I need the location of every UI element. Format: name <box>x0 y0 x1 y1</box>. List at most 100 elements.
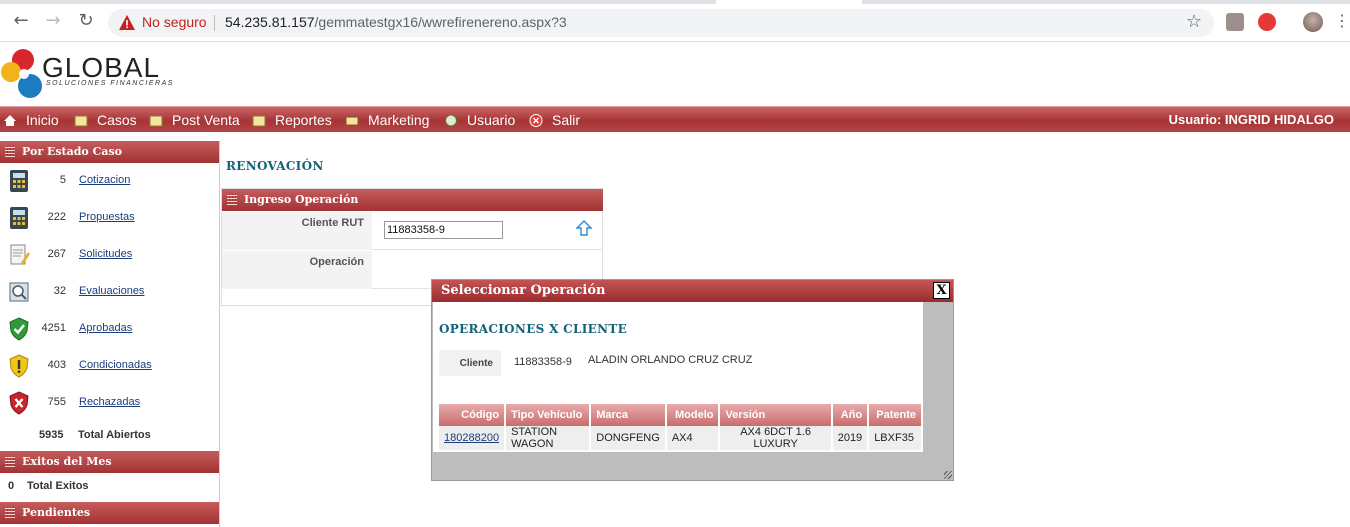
client-rut-input[interactable]: 11883358-9 <box>384 221 503 239</box>
calculator-icon <box>10 207 28 229</box>
panel-title: Exitos del Mes <box>22 455 112 468</box>
tab-strip <box>0 0 1350 4</box>
folder-icon <box>149 115 163 126</box>
grip-icon <box>5 456 15 467</box>
state-link-condicionadas[interactable]: Condicionadas <box>79 359 152 371</box>
client-rut-label: Cliente RUT <box>222 212 372 250</box>
green-shield-check-icon <box>9 317 29 341</box>
state-row-rechazadas: 755 Rechazadas <box>0 387 219 424</box>
total-open-label: Total Abiertos <box>78 429 151 441</box>
calculator-icon <box>10 170 28 192</box>
close-icon[interactable]: X <box>933 282 950 299</box>
operation-code-link[interactable]: 180288200 <box>444 432 499 444</box>
state-link-solicitudes[interactable]: Solicitudes <box>79 248 132 260</box>
panel-header-ingreso: Ingreso Operación <box>222 189 603 211</box>
menu-item-salir[interactable]: Salir <box>529 112 580 128</box>
cell-tipo-vehiculo: STATION WAGON <box>506 426 590 450</box>
menu-item-reportes[interactable]: Reportes <box>252 112 332 128</box>
cell-codigo[interactable]: 180288200 <box>439 426 505 450</box>
address-bar[interactable]: No seguro 54.235.81.157/gemmatestgx16/ww… <box>108 9 1214 37</box>
menu-item-marketing[interactable]: Marketing <box>345 112 429 128</box>
pdf-extension-icon[interactable] <box>1226 13 1244 31</box>
col-codigo[interactable]: Código <box>439 404 505 426</box>
resize-handle-icon[interactable] <box>944 471 952 479</box>
modal-header[interactable]: Seleccionar Operación X <box>432 280 953 302</box>
menu-item-casos[interactable]: Casos <box>74 112 137 128</box>
col-tipo-vehiculo[interactable]: Tipo Vehículo <box>506 404 590 426</box>
url-text[interactable]: 54.235.81.157/gemmatestgx16/wwrefirenere… <box>225 14 567 30</box>
state-count: 222 <box>47 211 66 223</box>
state-row-aprobadas: 4251 Aprobadas <box>0 313 219 350</box>
current-user-label: Usuario: INGRID HIDALGO <box>1168 112 1334 127</box>
grip-icon <box>227 194 237 205</box>
panel-header-exitos: Exitos del Mes <box>0 451 219 473</box>
menu-item-usuario[interactable]: Usuario <box>444 112 515 128</box>
reload-icon[interactable]: ↻ <box>75 10 97 32</box>
state-link-cotizacion[interactable]: Cotizacion <box>79 174 130 186</box>
red-shield-x-icon <box>9 391 29 415</box>
main-menu-bar: Inicio Casos Post Venta Reportes Marketi… <box>0 106 1350 132</box>
extension-badge-icon[interactable] <box>1258 13 1276 31</box>
warning-triangle-icon[interactable] <box>118 14 136 32</box>
client-rut-row: Cliente RUT 11883358-9 <box>222 212 602 250</box>
profile-avatar[interactable] <box>1303 12 1323 32</box>
sidebar: Por Estado Caso 5 Cotizacion 222 Propues… <box>0 141 220 527</box>
menu-item-post-venta[interactable]: Post Venta <box>149 112 240 128</box>
panel-header-por-estado: Por Estado Caso <box>0 141 219 163</box>
active-tab[interactable] <box>716 0 862 4</box>
success-label: Total Exitos <box>27 480 89 492</box>
cell-anio: 2019 <box>832 426 868 450</box>
col-modelo[interactable]: Modelo <box>666 404 719 426</box>
user-icon <box>445 114 457 126</box>
col-patente[interactable]: Patente <box>869 404 921 426</box>
client-rut-value: 11883358-9 <box>514 356 572 368</box>
state-row-evaluaciones: 32 Evaluaciones <box>0 276 219 313</box>
cell-patente: LBXF35 <box>869 426 921 450</box>
magnifier-document-icon <box>9 282 29 302</box>
menu-item-inicio[interactable]: Inicio <box>3 112 59 128</box>
modal-title: Seleccionar Operación <box>441 283 606 298</box>
grip-icon <box>5 146 15 157</box>
state-count: 403 <box>47 359 66 371</box>
url-host: 54.235.81.157 <box>225 14 315 30</box>
yellow-shield-warning-icon <box>9 354 29 378</box>
grip-icon <box>5 507 15 518</box>
panel-title: Por Estado Caso <box>22 145 122 158</box>
state-link-rechazadas[interactable]: Rechazadas <box>79 396 140 408</box>
page-title: RENOVACIÓN <box>226 159 324 173</box>
state-row-propuestas: 222 Propuestas <box>0 202 219 239</box>
menu-label: Reportes <box>275 112 332 128</box>
global-logo[interactable]: GLOBAL SOLUCIONES FINANCIERAS <box>0 44 200 102</box>
bookmark-star-icon[interactable]: ☆ <box>1186 11 1202 32</box>
cell-version: AX4 6DCT 1.6 LUXURY <box>720 426 831 450</box>
client-name-value: ALADIN ORLANDO CRUZ CRUZ <box>588 354 753 366</box>
table-header-row: Código Tipo Vehículo Marca Modelo Versió… <box>439 404 921 426</box>
col-version[interactable]: Versión <box>720 404 831 426</box>
col-anio[interactable]: Año <box>832 404 868 426</box>
browser-chrome: ← → ↻ No seguro 54.235.81.157/gemmatestg… <box>0 0 1350 42</box>
col-marca[interactable]: Marca <box>591 404 665 426</box>
client-label: Cliente <box>439 350 501 376</box>
back-arrow-icon[interactable]: ← <box>10 10 32 32</box>
operations-section-title: OPERACIONES X CLIENTE <box>439 322 628 336</box>
kebab-menu-icon[interactable]: ⋮ <box>1334 10 1350 32</box>
state-row-cotizacion: 5 Cotizacion <box>0 165 219 202</box>
forward-arrow-icon[interactable]: → <box>42 10 64 32</box>
panel-header-pendientes: Pendientes <box>0 502 219 524</box>
state-link-evaluaciones[interactable]: Evaluaciones <box>79 285 144 297</box>
table-row[interactable]: 180288200 STATION WAGON DONGFENG AX4 AX4… <box>439 426 921 450</box>
menu-label: Usuario <box>467 112 516 128</box>
menu-label: Casos <box>97 112 137 128</box>
state-link-aprobadas[interactable]: Aprobadas <box>79 322 132 334</box>
exit-icon <box>529 113 543 127</box>
up-arrow-icon[interactable] <box>576 220 592 238</box>
state-link-propuestas[interactable]: Propuestas <box>79 211 135 223</box>
state-count: 32 <box>53 285 66 297</box>
security-label[interactable]: No seguro <box>142 14 207 30</box>
mail-icon <box>345 116 359 125</box>
folder-icon <box>74 115 88 126</box>
panel-title: Pendientes <box>22 506 91 519</box>
menu-label: Marketing <box>368 112 430 128</box>
menu-label: Salir <box>552 112 581 128</box>
logo-mark-icon <box>1 49 42 98</box>
